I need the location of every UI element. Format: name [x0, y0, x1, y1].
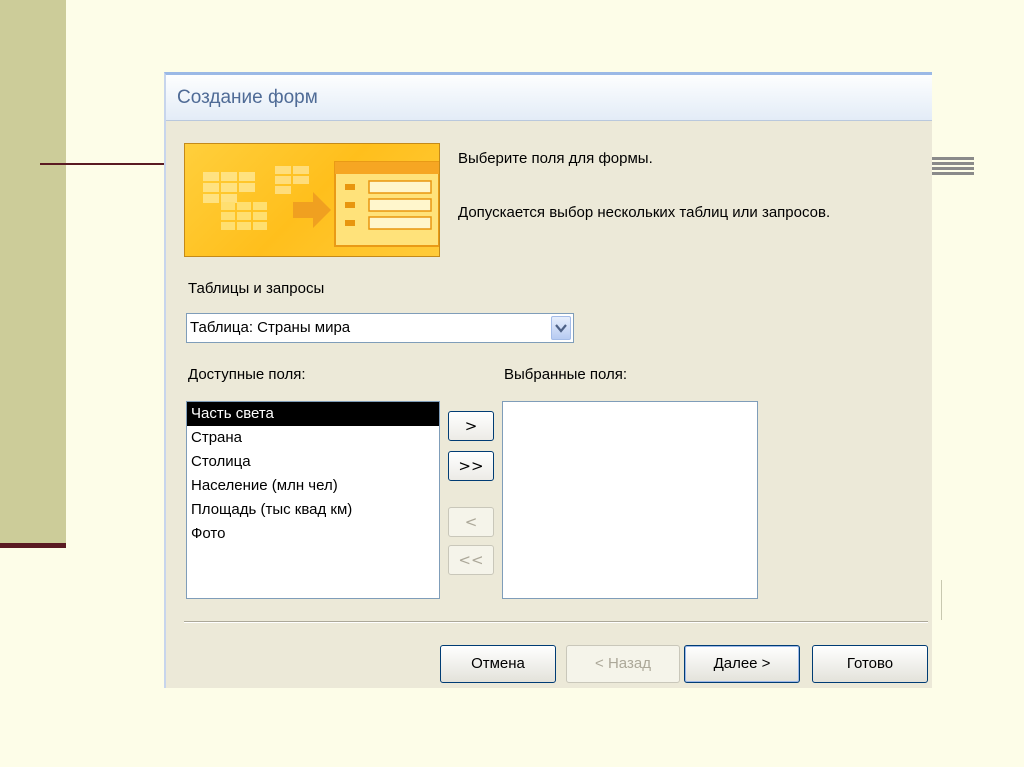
- slide-sidebar-bar: [0, 0, 66, 545]
- instruction-multiple-tables: Допускается выбор нескольких таблиц или …: [458, 204, 831, 221]
- wizard-illustration-icon: [184, 143, 440, 257]
- tables-queries-value: Таблица: Страны мира: [190, 319, 351, 336]
- remove-field-button[interactable]: <: [448, 507, 494, 537]
- slide-thin-line: [941, 580, 942, 620]
- slide-stripes: [930, 157, 974, 177]
- add-all-fields-button[interactable]: >>: [448, 451, 494, 481]
- list-item[interactable]: Площадь (тыс квад км): [187, 498, 439, 522]
- finish-button[interactable]: Готово: [812, 645, 928, 683]
- form-wizard-dialog: Создание форм Выберите поля для формы. Д…: [164, 72, 932, 688]
- add-field-button[interactable]: >: [448, 411, 494, 441]
- instruction-select-fields: Выберите поля для формы.: [458, 150, 653, 167]
- list-item[interactable]: Часть света: [187, 402, 439, 426]
- tables-queries-select[interactable]: Таблица: Страны мира: [186, 313, 574, 343]
- selected-fields-label: Выбранные поля:: [504, 366, 628, 383]
- list-item[interactable]: Население (млн чел): [187, 474, 439, 498]
- available-fields-label: Доступные поля:: [188, 366, 306, 383]
- dialog-title: Создание форм: [177, 86, 318, 108]
- list-item[interactable]: Фото: [187, 522, 439, 546]
- list-item[interactable]: Страна: [187, 426, 439, 450]
- next-button[interactable]: Далее >: [684, 645, 800, 683]
- remove-all-fields-button[interactable]: <<: [448, 545, 494, 575]
- available-fields-list[interactable]: Часть света Страна Столица Население (мл…: [186, 401, 440, 599]
- slide-divider-line: [40, 163, 170, 165]
- back-button[interactable]: < Назад: [566, 645, 680, 683]
- selected-fields-list[interactable]: [502, 401, 758, 599]
- footer-divider: [184, 621, 928, 623]
- title-bar: Создание форм: [166, 75, 932, 121]
- cancel-button[interactable]: Отмена: [440, 645, 556, 683]
- list-item[interactable]: Столица: [187, 450, 439, 474]
- tables-queries-label: Таблицы и запросы: [188, 280, 325, 297]
- chevron-down-icon[interactable]: [551, 316, 571, 340]
- slide-sidebar-accent: [0, 543, 66, 548]
